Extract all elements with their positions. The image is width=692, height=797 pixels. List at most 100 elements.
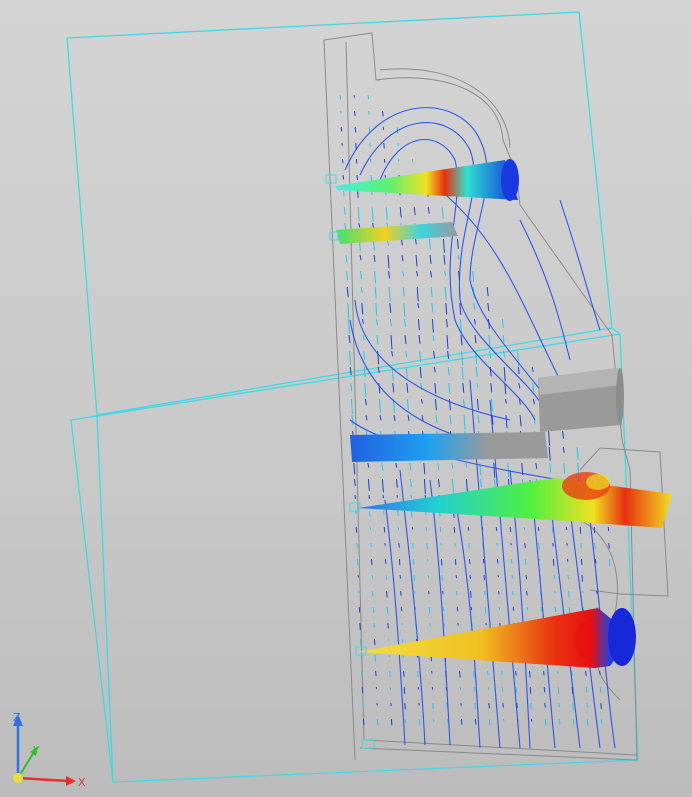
- vector-arrow: [416, 286, 419, 302]
- upper-plate: [336, 222, 458, 244]
- vector-arrow: [403, 318, 406, 327]
- vector-arrow: [417, 686, 420, 690]
- vector-arrow: [373, 254, 376, 262]
- vector-arrow: [490, 398, 493, 411]
- vector-arrow: [532, 398, 535, 405]
- vector-arrow: [434, 382, 437, 394]
- vector-arrow: [372, 606, 375, 613]
- vector-arrow: [417, 318, 420, 331]
- triad-origin-icon: [13, 773, 23, 783]
- vector-arrow: [449, 414, 452, 425]
- vector-arrow: [355, 158, 358, 164]
- vector-arrow: [509, 526, 512, 533]
- vector-arrow: [448, 382, 451, 394]
- vector-arrow: [390, 702, 392, 706]
- vector-arrow: [446, 334, 449, 349]
- vector-arrow: [369, 526, 372, 530]
- vector-arrow: [399, 206, 402, 218]
- vector-arrow: [594, 542, 596, 549]
- x-axis: [17, 776, 69, 783]
- vector-arrow: [473, 318, 476, 325]
- vector-arrow: [379, 414, 382, 421]
- vector-arrow: [373, 622, 375, 628]
- vector-arrow: [474, 334, 477, 344]
- vector-arrow: [384, 542, 386, 546]
- vector-arrow: [353, 478, 356, 486]
- vector-arrow: [441, 574, 443, 581]
- vector-arrow: [417, 302, 420, 309]
- vector-arrow: [498, 590, 500, 595]
- vector-arrow: [594, 558, 597, 564]
- vector-arrow: [413, 574, 415, 581]
- vector-arrow: [525, 574, 527, 580]
- vector-arrow: [387, 254, 390, 269]
- vector-arrow: [433, 350, 436, 359]
- vector-arrow: [451, 478, 454, 493]
- vector-arrow: [427, 206, 430, 214]
- vector-arrow: [405, 366, 408, 378]
- vector-arrow: [358, 606, 361, 613]
- vector-arrow: [430, 270, 433, 278]
- vector-arrow: [378, 398, 381, 413]
- vector-arrow: [426, 542, 428, 550]
- vector-arrow: [470, 606, 473, 611]
- vector-arrow: [358, 222, 361, 228]
- vector-arrow: [369, 510, 371, 517]
- vector-arrow: [374, 654, 376, 662]
- vector-arrow: [523, 526, 526, 531]
- vector-arrow: [551, 526, 554, 533]
- vector-arrow: [532, 382, 535, 393]
- vector-arrow: [395, 478, 398, 488]
- vector-arrow: [462, 382, 465, 393]
- vector-arrow: [444, 270, 447, 276]
- 3d-viewport[interactable]: Z Y X: [0, 0, 692, 797]
- vector-arrow: [383, 510, 385, 515]
- vector-arrow: [474, 718, 477, 725]
- vector-arrow: [461, 366, 464, 380]
- vector-arrow: [433, 366, 436, 373]
- vector-arrow: [485, 622, 487, 626]
- vector-arrow: [346, 270, 349, 281]
- vector-arrow: [368, 110, 370, 115]
- vector-arrow: [455, 574, 457, 579]
- vector-arrow: [400, 590, 402, 596]
- vector-arrow: [608, 542, 610, 549]
- vector-arrow: [467, 526, 470, 531]
- vector-arrow: [412, 558, 415, 565]
- vector-arrow: [554, 590, 556, 594]
- vector-arrow: [411, 526, 414, 530]
- vector-arrow: [384, 174, 386, 178]
- vector-arrow: [354, 126, 357, 133]
- vector-arrow: [470, 590, 472, 598]
- vector-arrow: [350, 398, 353, 415]
- vector-arrow: [510, 558, 513, 564]
- vector-arrow: [340, 110, 342, 114]
- vector-arrow: [457, 254, 460, 260]
- vector-arrow: [407, 414, 410, 421]
- vector-arrow: [354, 110, 356, 116]
- vector-arrow: [397, 142, 399, 146]
- axis-triad[interactable]: Z Y X: [13, 711, 86, 789]
- vector-arrow: [580, 542, 582, 549]
- vector-arrow: [389, 670, 391, 677]
- vector-arrow: [412, 542, 414, 550]
- vector-arrow: [498, 606, 501, 610]
- vector-arrow: [540, 606, 543, 612]
- vector-arrow: [397, 526, 400, 531]
- upper-jet: [335, 160, 518, 200]
- vector-arrow: [505, 414, 508, 429]
- vector-arrow: [473, 302, 476, 310]
- vector-arrow: [563, 462, 566, 474]
- vector-arrow: [444, 286, 447, 301]
- vector-arrow: [465, 462, 468, 468]
- vector-arrow: [442, 238, 445, 253]
- vector-arrow: [409, 478, 412, 487]
- vector-arrow: [459, 302, 462, 315]
- vector-arrow: [387, 638, 390, 642]
- vector-arrow: [401, 254, 404, 262]
- vector-arrow: [482, 558, 485, 564]
- vector-arrow: [581, 574, 583, 582]
- vector-arrow: [356, 542, 358, 548]
- vector-arrow: [537, 526, 540, 531]
- vector-arrow: [544, 718, 547, 726]
